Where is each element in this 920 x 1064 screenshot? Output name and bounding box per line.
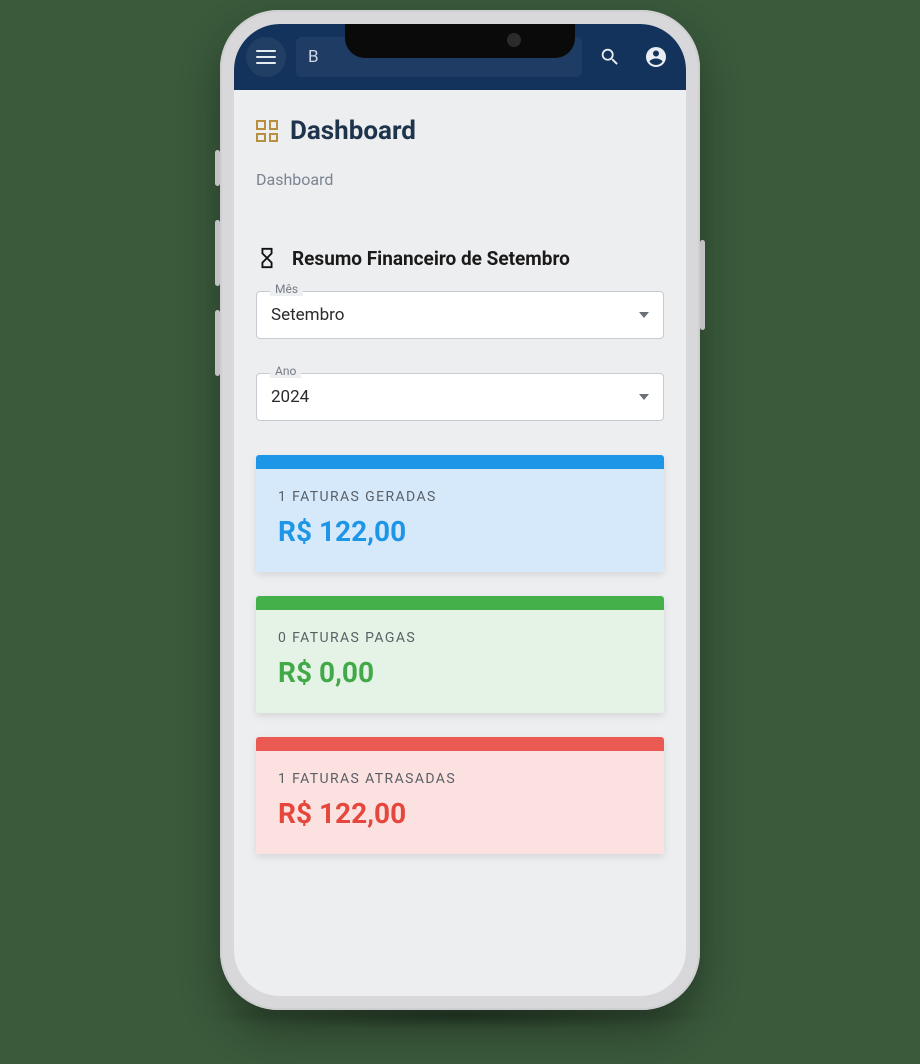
summary-cards: 1 FATURAS GERADAS R$ 122,00 0 FATURAS PA… bbox=[256, 455, 664, 854]
year-field: Ano 2024 bbox=[256, 373, 664, 421]
account-button[interactable] bbox=[638, 39, 674, 75]
card-overdue-label: 1 FATURAS ATRASADAS bbox=[278, 771, 642, 787]
page-content: Dashboard Dashboard Resumo Financeiro de… bbox=[234, 90, 686, 996]
menu-button[interactable] bbox=[246, 37, 286, 77]
hourglass-icon bbox=[256, 245, 278, 271]
card-paid-value: R$ 0,00 bbox=[278, 656, 642, 689]
summary-heading: Resumo Financeiro de Setembro bbox=[292, 247, 570, 270]
search-icon bbox=[599, 46, 621, 68]
summary-heading-row: Resumo Financeiro de Setembro bbox=[256, 245, 664, 271]
card-generated[interactable]: 1 FATURAS GERADAS R$ 122,00 bbox=[256, 455, 664, 572]
hamburger-icon bbox=[256, 50, 276, 64]
month-label: Mês bbox=[270, 282, 303, 296]
card-generated-label: 1 FATURAS GERADAS bbox=[278, 489, 642, 505]
card-accent-bar bbox=[256, 455, 664, 469]
year-select-value: 2024 bbox=[271, 387, 309, 407]
phone-power-button bbox=[700, 240, 705, 330]
phone-screen-bezel: B Dashboard Dashboard bbox=[234, 24, 686, 996]
page-title: Dashboard bbox=[290, 116, 416, 146]
breadcrumb: Dashboard bbox=[256, 170, 664, 189]
card-overdue-value: R$ 122,00 bbox=[278, 797, 642, 830]
phone-volume-up bbox=[215, 220, 220, 286]
app-screen: B Dashboard Dashboard bbox=[234, 24, 686, 996]
year-label: Ano bbox=[270, 364, 301, 378]
card-overdue[interactable]: 1 FATURAS ATRASADAS R$ 122,00 bbox=[256, 737, 664, 854]
card-paid[interactable]: 0 FATURAS PAGAS R$ 0,00 bbox=[256, 596, 664, 713]
card-body: 1 FATURAS ATRASADAS R$ 122,00 bbox=[256, 751, 664, 854]
phone-frame: B Dashboard Dashboard bbox=[220, 10, 700, 1010]
phone-volume-down bbox=[215, 310, 220, 376]
search-input-text: B bbox=[308, 47, 319, 67]
chevron-down-icon bbox=[639, 394, 649, 400]
phone-notch bbox=[345, 24, 575, 58]
search-button[interactable] bbox=[592, 39, 628, 75]
month-select[interactable]: Setembro bbox=[256, 291, 664, 339]
month-field: Mês Setembro bbox=[256, 291, 664, 339]
phone-shadow bbox=[200, 1000, 720, 1030]
card-body: 0 FATURAS PAGAS R$ 0,00 bbox=[256, 610, 664, 713]
page-title-row: Dashboard bbox=[256, 116, 664, 146]
year-select[interactable]: 2024 bbox=[256, 373, 664, 421]
chevron-down-icon bbox=[639, 312, 649, 318]
month-select-value: Setembro bbox=[271, 305, 344, 325]
card-body: 1 FATURAS GERADAS R$ 122,00 bbox=[256, 469, 664, 572]
account-icon bbox=[644, 45, 668, 69]
dashboard-icon bbox=[256, 120, 278, 142]
card-accent-bar bbox=[256, 596, 664, 610]
card-paid-label: 0 FATURAS PAGAS bbox=[278, 630, 642, 646]
phone-camera bbox=[507, 33, 521, 47]
card-generated-value: R$ 122,00 bbox=[278, 515, 642, 548]
phone-mute-switch bbox=[215, 150, 220, 186]
card-accent-bar bbox=[256, 737, 664, 751]
